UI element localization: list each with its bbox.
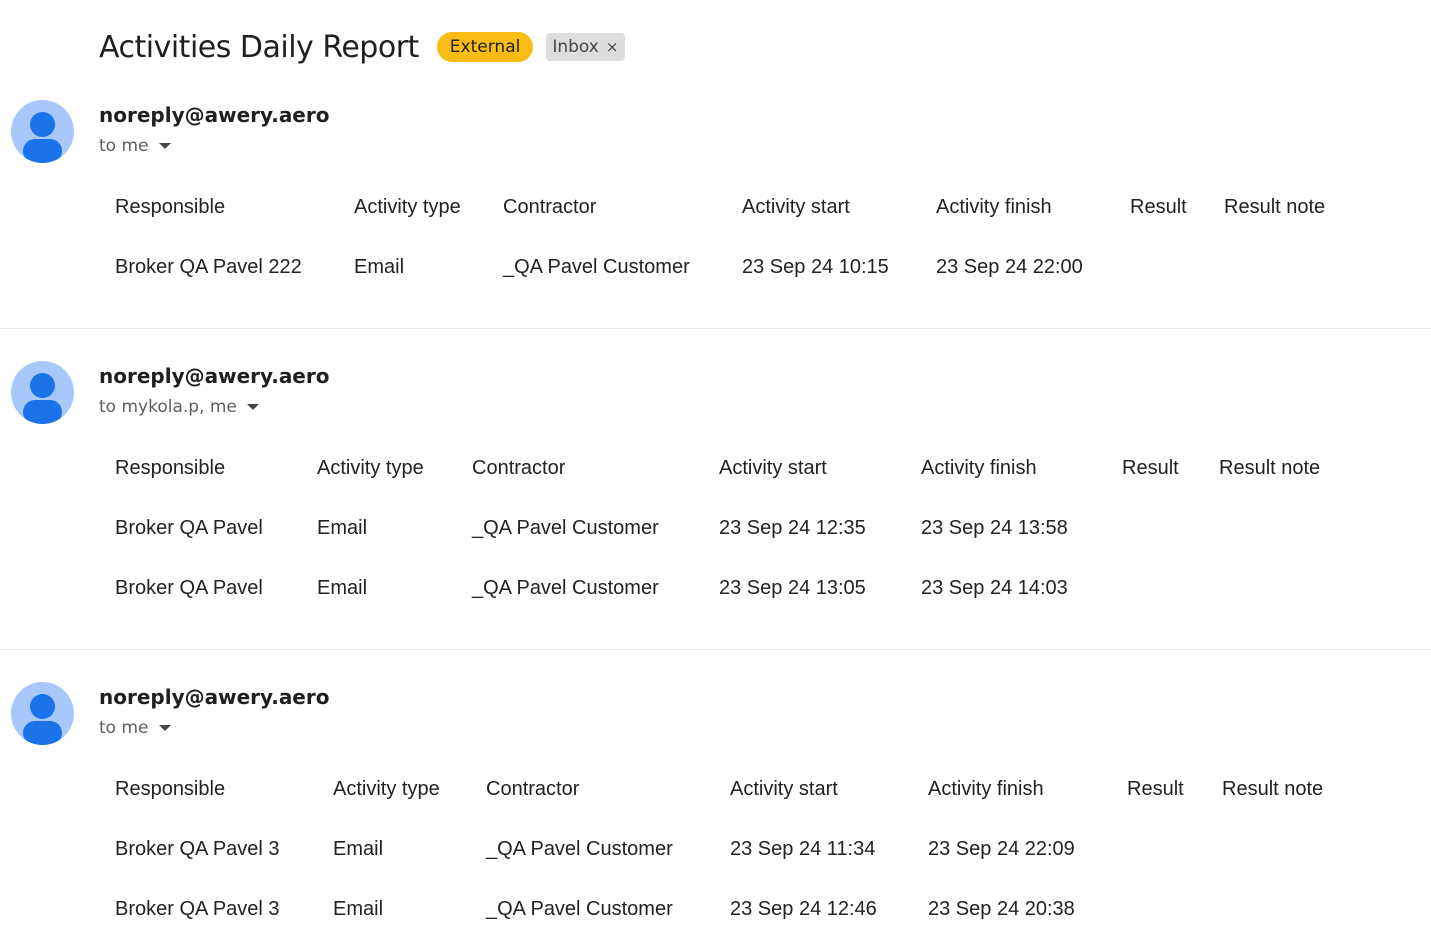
- sender-avatar[interactable]: [11, 100, 74, 163]
- activities-table: Responsible Activity type Contractor Act…: [115, 177, 1344, 297]
- activities-table: Responsible Activity type Contractor Act…: [115, 438, 1339, 618]
- cell-activity-start: 23 Sep 24 10:15: [742, 255, 889, 278]
- activities-table: Responsible Activity type Contractor Act…: [115, 759, 1342, 939]
- header-activity-start: Activity start: [742, 195, 850, 218]
- header-contractor: Contractor: [472, 456, 566, 479]
- cell-activity-start: 23 Sep 24 11:34: [730, 837, 876, 860]
- cell-activity-finish: 23 Sep 24 22:09: [928, 837, 1075, 860]
- cell-activity-finish: 23 Sep 24 14:03: [921, 576, 1068, 599]
- email-thread: Activities Daily Report External Inbox ×…: [0, 0, 1431, 943]
- person-icon: [30, 373, 55, 398]
- cell-result-note: [1219, 558, 1339, 618]
- sender-email[interactable]: noreply@awery.aero: [99, 685, 329, 709]
- cell-activity-start: 23 Sep 24 12:35: [719, 516, 866, 539]
- header-contractor: Contractor: [503, 195, 597, 218]
- cell-contractor: _QA Pavel Customer: [472, 576, 659, 599]
- table-header-row: Responsible Activity type Contractor Act…: [115, 759, 1342, 819]
- header-activity-type: Activity type: [317, 456, 424, 479]
- person-icon-body: [23, 400, 62, 424]
- cell-result-note: [1222, 819, 1342, 879]
- cell-result: [1122, 498, 1219, 558]
- cell-activity-finish: 23 Sep 24 22:00: [936, 255, 1083, 278]
- message-divider: [0, 649, 1431, 650]
- inbox-label[interactable]: Inbox ×: [546, 33, 626, 61]
- table-row: Broker QA Pavel 222 Email _QA Pavel Cust…: [115, 237, 1344, 297]
- person-icon: [30, 112, 55, 137]
- cell-result: [1130, 237, 1224, 297]
- inbox-label-text: Inbox: [552, 37, 599, 57]
- cell-contractor: _QA Pavel Customer: [503, 255, 690, 278]
- person-icon-body: [23, 721, 62, 745]
- cell-result-note: [1219, 498, 1339, 558]
- sender-avatar[interactable]: [11, 682, 74, 745]
- close-icon[interactable]: ×: [606, 36, 619, 58]
- cell-responsible: Broker QA Pavel 3: [115, 897, 280, 920]
- cell-result: [1127, 879, 1222, 939]
- cell-contractor: _QA Pavel Customer: [472, 516, 659, 539]
- header-responsible: Responsible: [115, 456, 226, 479]
- recipients-text: to mykola.p, me: [99, 397, 237, 417]
- table-row: Broker QA Pavel 3 Email _QA Pavel Custom…: [115, 879, 1342, 939]
- header-result-note: Result note: [1222, 777, 1324, 800]
- cell-activity-finish: 23 Sep 24 13:58: [921, 516, 1068, 539]
- header-result: Result: [1127, 777, 1184, 800]
- sender-email[interactable]: noreply@awery.aero: [99, 103, 329, 127]
- header-contractor: Contractor: [486, 777, 580, 800]
- header-responsible: Responsible: [115, 777, 226, 800]
- cell-activity-type: Email: [354, 255, 405, 278]
- email-subject: Activities Daily Report: [99, 29, 419, 65]
- caret-down-icon[interactable]: [158, 143, 171, 149]
- cell-activity-type: Email: [317, 516, 368, 539]
- subject-row: Activities Daily Report External Inbox ×: [99, 24, 626, 70]
- person-icon: [30, 694, 55, 719]
- sender-email[interactable]: noreply@awery.aero: [99, 364, 329, 388]
- cell-result-note: [1224, 237, 1344, 297]
- table-row: Broker QA Pavel Email _QA Pavel Customer…: [115, 558, 1339, 618]
- header-activity-finish: Activity finish: [921, 456, 1037, 479]
- recipients-line[interactable]: to mykola.p, me: [99, 397, 259, 417]
- recipients-line[interactable]: to me: [99, 718, 171, 738]
- cell-activity-finish: 23 Sep 24 20:38: [928, 897, 1075, 920]
- header-result: Result: [1122, 456, 1179, 479]
- cell-contractor: _QA Pavel Customer: [486, 897, 673, 920]
- person-icon-body: [23, 139, 62, 163]
- cell-responsible: Broker QA Pavel 222: [115, 255, 302, 278]
- recipients-line[interactable]: to me: [99, 136, 171, 156]
- table-row: Broker QA Pavel 3 Email _QA Pavel Custom…: [115, 819, 1342, 879]
- cell-result: [1127, 819, 1222, 879]
- recipients-text: to me: [99, 718, 149, 738]
- header-activity-finish: Activity finish: [928, 777, 1044, 800]
- cell-activity-start: 23 Sep 24 13:05: [719, 576, 866, 599]
- cell-result: [1122, 558, 1219, 618]
- header-result-note: Result note: [1224, 195, 1326, 218]
- caret-down-icon[interactable]: [158, 725, 171, 731]
- cell-result-note: [1222, 879, 1342, 939]
- cell-activity-type: Email: [317, 576, 368, 599]
- cell-responsible: Broker QA Pavel 3: [115, 837, 280, 860]
- header-activity-start: Activity start: [719, 456, 827, 479]
- cell-responsible: Broker QA Pavel: [115, 516, 263, 539]
- table-header-row: Responsible Activity type Contractor Act…: [115, 438, 1339, 498]
- sender-avatar[interactable]: [11, 361, 74, 424]
- table-row: Broker QA Pavel Email _QA Pavel Customer…: [115, 498, 1339, 558]
- header-result-note: Result note: [1219, 456, 1321, 479]
- caret-down-icon[interactable]: [246, 404, 259, 410]
- cell-activity-type: Email: [333, 837, 384, 860]
- cell-activity-type: Email: [333, 897, 384, 920]
- message-divider: [0, 328, 1431, 329]
- external-label: External: [436, 32, 534, 62]
- header-activity-finish: Activity finish: [936, 195, 1052, 218]
- header-responsible: Responsible: [115, 195, 226, 218]
- table-header-row: Responsible Activity type Contractor Act…: [115, 177, 1344, 237]
- header-result: Result: [1130, 195, 1187, 218]
- cell-responsible: Broker QA Pavel: [115, 576, 263, 599]
- cell-contractor: _QA Pavel Customer: [486, 837, 673, 860]
- header-activity-start: Activity start: [730, 777, 838, 800]
- cell-activity-start: 23 Sep 24 12:46: [730, 897, 877, 920]
- recipients-text: to me: [99, 136, 149, 156]
- header-activity-type: Activity type: [354, 195, 461, 218]
- header-activity-type: Activity type: [333, 777, 440, 800]
